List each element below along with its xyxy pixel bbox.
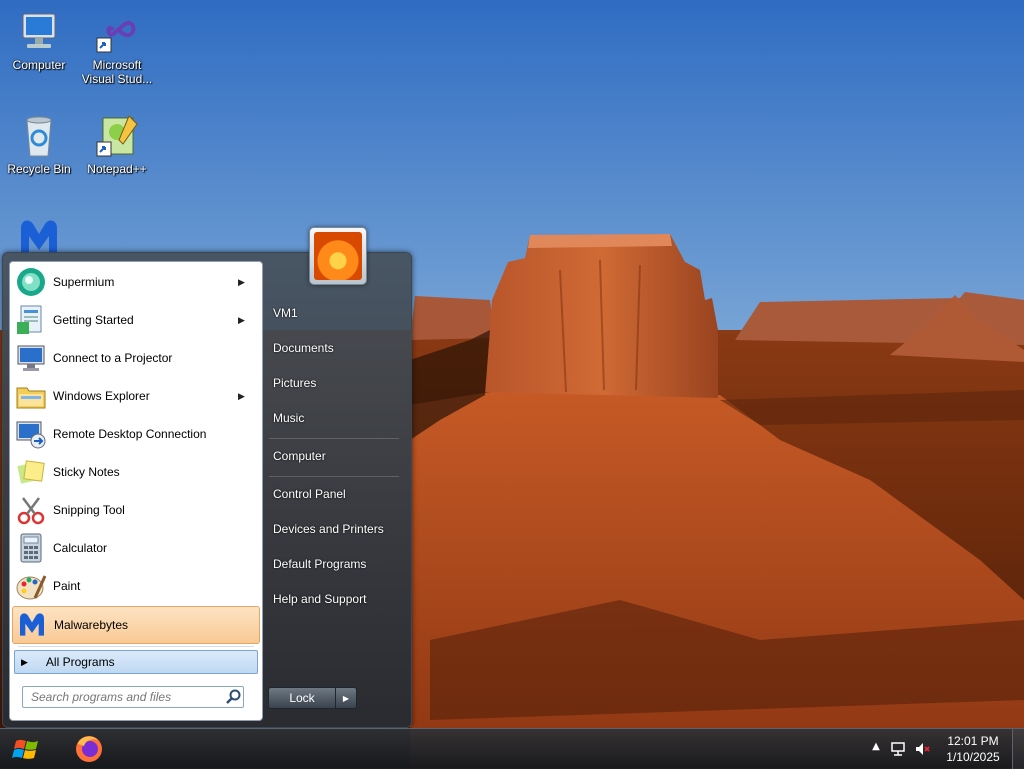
search-box[interactable] — [22, 686, 244, 708]
start-menu-programs-pane: Supermium ▶ Getting Started ▶ Connect to… — [9, 261, 263, 721]
desktop-icon-label: Notepad++ — [87, 162, 147, 176]
desktop-icon-label: Computer — [12, 58, 66, 72]
program-label: Malwarebytes — [54, 618, 129, 632]
separator — [269, 438, 399, 439]
lock-label: Lock — [289, 691, 315, 705]
desktop-icon-computer[interactable]: Computer — [2, 8, 76, 72]
windows-explorer-icon — [15, 380, 47, 412]
clock-date: 1/10/2025 — [946, 750, 1000, 764]
desktop-icon-label: Recycle Bin — [7, 162, 71, 176]
computer-icon — [15, 8, 63, 56]
desktop-icon-label: Microsoft Visual Stud... — [81, 58, 153, 86]
desktop-icon-recycle-bin[interactable]: Recycle Bin — [2, 112, 76, 176]
program-label: Remote Desktop Connection — [53, 427, 207, 441]
snipping-tool-icon — [15, 494, 47, 526]
notepad-plus-plus-icon — [93, 112, 141, 160]
remote-desktop-icon — [15, 418, 47, 450]
expand-arrow-icon: ▶ — [21, 656, 28, 667]
program-paint[interactable]: Paint — [12, 568, 258, 604]
right-item-devices-printers[interactable]: Devices and Printers — [273, 522, 384, 536]
start-menu: Supermium ▶ Getting Started ▶ Connect to… — [2, 227, 412, 728]
right-item-control-panel[interactable]: Control Panel — [273, 487, 346, 501]
windows-logo-icon — [12, 739, 38, 759]
program-supermium[interactable]: Supermium ▶ — [12, 264, 258, 300]
program-windows-explorer[interactable]: Windows Explorer ▶ — [12, 378, 258, 414]
sticky-notes-icon — [15, 456, 47, 488]
flower-picture-icon — [314, 232, 362, 280]
power-options-arrow-button[interactable]: ▶ — [335, 687, 357, 709]
user-account-picture[interactable] — [309, 227, 367, 285]
program-label: Calculator — [53, 541, 108, 555]
lock-button[interactable]: Lock — [268, 687, 336, 709]
paint-icon — [15, 570, 47, 602]
program-label: Sticky Notes — [53, 465, 120, 479]
program-label: Getting Started — [53, 313, 134, 327]
taskbar-clock[interactable]: 12:01 PM 1/10/2025 — [940, 733, 1006, 765]
program-label: Supermium — [53, 275, 115, 289]
separator — [18, 646, 254, 647]
projector-icon — [15, 342, 47, 374]
program-label: Snipping Tool — [53, 503, 125, 517]
calculator-icon — [15, 532, 47, 564]
chevron-right-icon: ▶ — [342, 693, 350, 703]
desktop-icon-notepad-plus-plus[interactable]: Notepad++ — [80, 112, 154, 176]
visual-studio-icon — [93, 8, 141, 56]
search-input[interactable] — [29, 689, 225, 705]
malwarebytes-icon — [16, 609, 48, 641]
program-label: Paint — [53, 579, 81, 593]
supermium-icon — [15, 266, 47, 298]
right-item-help-support[interactable]: Help and Support — [273, 592, 366, 606]
volume-muted-icon[interactable] — [914, 741, 930, 757]
program-malwarebytes[interactable]: Malwarebytes — [12, 606, 260, 644]
right-item-music[interactable]: Music — [273, 411, 304, 425]
program-label: Windows Explorer — [53, 389, 150, 403]
taskbar: ▲ 12:01 PM 1/10/2025 — [0, 728, 1024, 769]
firefox-icon — [76, 736, 102, 762]
program-remote-desktop[interactable]: Remote Desktop Connection — [12, 416, 258, 452]
program-label: Connect to a Projector — [53, 351, 173, 365]
desktop-icon-visual-studio[interactable]: Microsoft Visual Stud... — [80, 8, 154, 86]
taskbar-firefox-button[interactable] — [70, 732, 108, 766]
program-snipping-tool[interactable]: Snipping Tool — [12, 492, 258, 528]
program-calculator[interactable]: Calculator — [12, 530, 258, 566]
recycle-bin-icon — [15, 112, 63, 160]
right-item-user[interactable]: VM1 — [273, 306, 298, 320]
submenu-arrow-icon: ▶ — [238, 314, 245, 325]
clock-time: 12:01 PM — [947, 734, 999, 748]
all-programs-label: All Programs — [45, 655, 115, 669]
right-item-computer[interactable]: Computer — [273, 449, 326, 463]
start-button[interactable] — [8, 731, 46, 767]
submenu-arrow-icon: ▶ — [238, 276, 245, 287]
separator — [269, 476, 399, 477]
program-connect-projector[interactable]: Connect to a Projector — [12, 340, 258, 376]
right-item-default-programs[interactable]: Default Programs — [273, 557, 366, 571]
network-icon[interactable] — [890, 741, 906, 757]
program-getting-started[interactable]: Getting Started ▶ — [12, 302, 258, 338]
show-desktop-button[interactable] — [1012, 729, 1024, 769]
submenu-arrow-icon: ▶ — [238, 390, 245, 401]
right-item-documents[interactable]: Documents — [273, 341, 334, 355]
program-sticky-notes[interactable]: Sticky Notes — [12, 454, 258, 490]
all-programs-button[interactable]: ▶ All Programs — [14, 650, 258, 674]
search-icon[interactable] — [225, 688, 243, 706]
getting-started-icon — [15, 304, 47, 336]
right-item-pictures[interactable]: Pictures — [273, 376, 316, 390]
show-hidden-icons-arrow[interactable]: ▲ — [868, 741, 884, 757]
